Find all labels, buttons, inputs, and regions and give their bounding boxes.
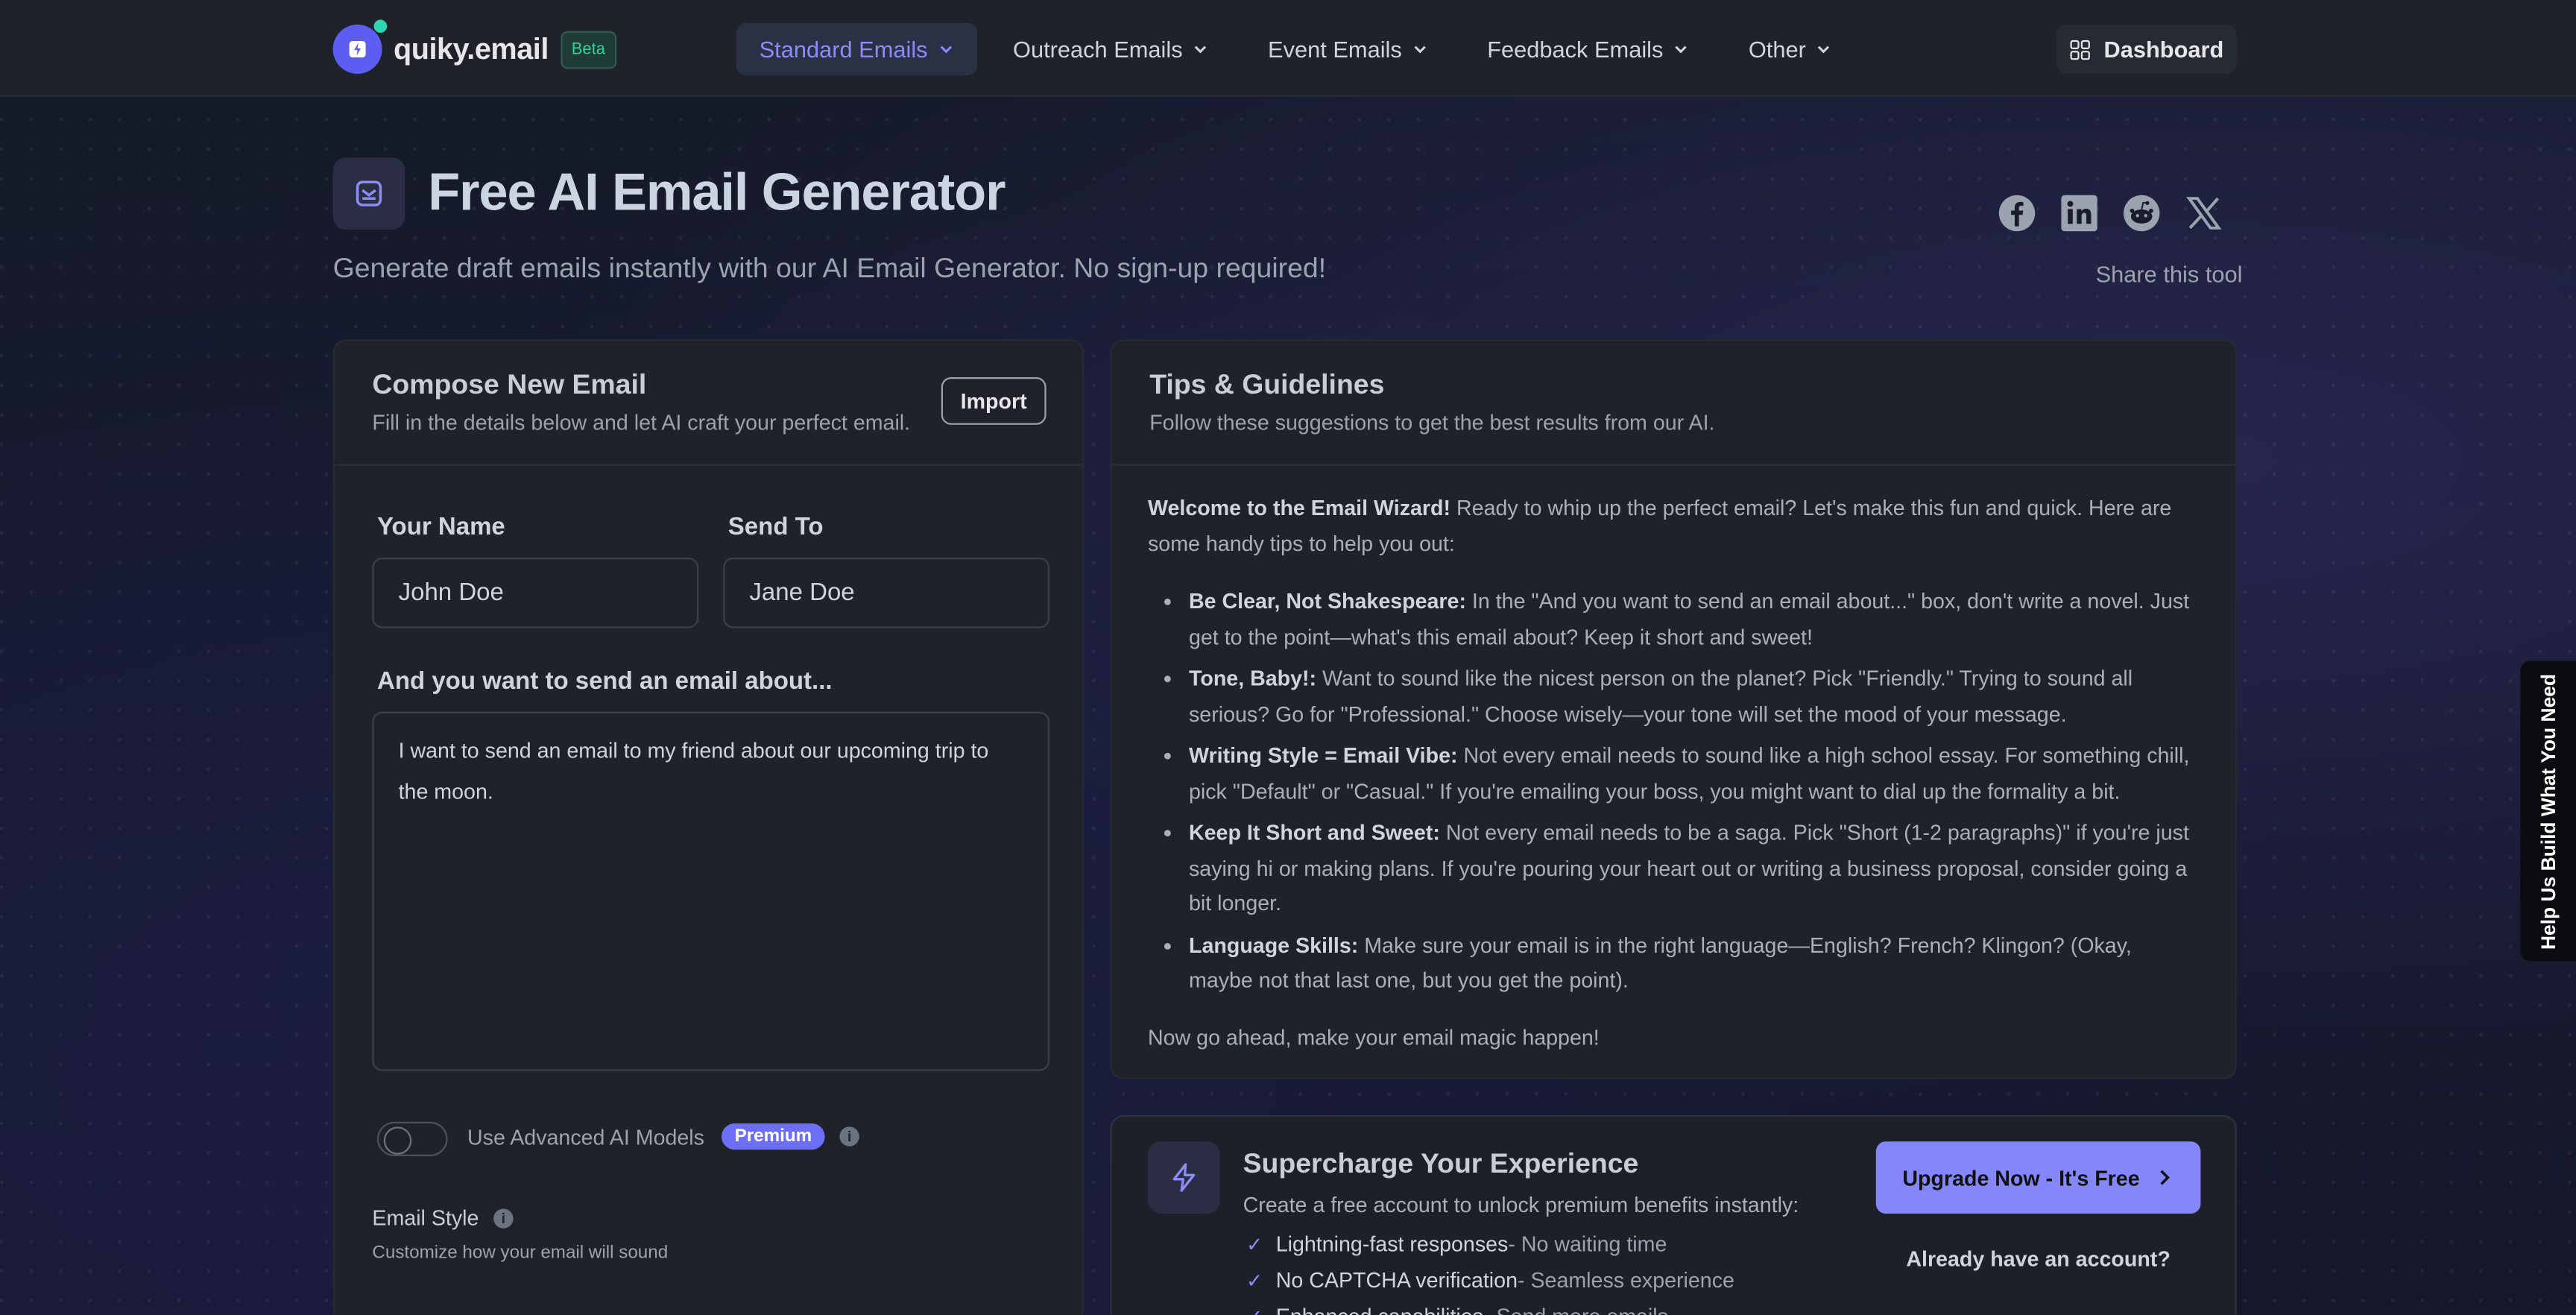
tips-subtitle: Follow these suggestions to get the best… [1149, 410, 1715, 435]
check-icon: ✓ [1246, 1305, 1263, 1315]
upgrade-button[interactable]: Upgrade Now - It's Free [1875, 1141, 2201, 1214]
brand-name: quiky.email [394, 31, 549, 65]
tips-list: Be Clear, Not Shakespeare: In the "And y… [1189, 584, 2199, 998]
tips-intro-bold: Welcome to the Email Wizard! [1148, 495, 1451, 520]
menu-feedback-emails[interactable]: Feedback Emails [1464, 23, 1712, 75]
menu-label: Standard Emails [759, 36, 928, 63]
import-button[interactable]: Import [941, 377, 1046, 425]
list-item: Writing Style = Email Vibe: Not every em… [1189, 738, 2199, 809]
tip-bold: Tone, Baby!: [1189, 666, 1317, 691]
dashboard-button[interactable]: Dashboard [2056, 25, 2237, 74]
chevron-down-icon [940, 45, 952, 54]
compose-card: Compose New Email Fill in the details be… [332, 339, 1085, 1315]
menu-event-emails[interactable]: Event Emails [1245, 23, 1451, 75]
chevron-down-icon [1195, 45, 1207, 54]
x-icon[interactable] [2182, 192, 2225, 234]
advanced-models-label: Use Advanced AI Models [467, 1125, 704, 1150]
info-icon[interactable]: i [493, 1208, 514, 1229]
premium-badge: Premium [722, 1123, 825, 1150]
info-icon[interactable]: i [839, 1126, 859, 1147]
menu-other[interactable]: Other [1726, 23, 1855, 75]
menu-label: Feedback Emails [1487, 36, 1664, 63]
your-name-input[interactable]: John Doe [372, 558, 699, 628]
benefit-bold: Enhanced capabilities [1276, 1304, 1483, 1315]
facebook-icon[interactable] [1995, 192, 2038, 234]
chevron-right-icon [2159, 1170, 2170, 1185]
page: quiky.email Beta Standard Emails Outreac… [0, 0, 2576, 1315]
benefit-bold: Lightning-fast responses [1275, 1232, 1509, 1257]
menu-outreach-emails[interactable]: Outreach Emails [990, 23, 1231, 75]
share-icons [1995, 192, 2244, 234]
already-have-account-link[interactable]: Already have an account? [1876, 1246, 2201, 1271]
list-item: Keep It Short and Sweet: Not every email… [1189, 815, 2199, 921]
chevron-down-icon [1675, 45, 1688, 54]
page-title: Free AI Email Generator [428, 162, 1006, 221]
tip-bold: Keep It Short and Sweet: [1189, 820, 1440, 845]
about-label: And you want to send an email about... [377, 667, 833, 696]
benefit-bold: No CAPTCHA verification [1275, 1267, 1518, 1293]
reddit-icon[interactable] [2121, 192, 2163, 234]
tip-bold: Be Clear, Not Shakespeare: [1189, 588, 1466, 614]
menu-label: Outreach Emails [1012, 36, 1183, 63]
check-icon: ✓ [1246, 1268, 1263, 1292]
mail-icon [332, 157, 405, 230]
menu-standard-emails[interactable]: Standard Emails [736, 22, 977, 76]
tips-body: Welcome to the Email Wizard! Ready to wh… [1112, 466, 2235, 1079]
supercharge-subtitle: Create a free account to unlock premium … [1243, 1192, 1799, 1217]
list-item: Be Clear, Not Shakespeare: In the "And y… [1189, 584, 2199, 655]
grid-icon [2070, 39, 2090, 60]
about-textarea[interactable]: I want to send an email to my friend abo… [372, 711, 1049, 1071]
tip-text: Want to sound like the nicest person on … [1189, 666, 2133, 726]
tips-title: Tips & Guidelines [1149, 369, 1385, 400]
tip-bold: Writing Style = Email Vibe: [1189, 742, 1458, 768]
benefit-text: - Send more emails [1483, 1304, 1668, 1315]
dashboard-label: Dashboard [2103, 36, 2224, 63]
brand-logo[interactable]: quiky.email Beta [332, 19, 617, 74]
feedback-side-tab[interactable]: Help Us Build What You Need [2520, 660, 2576, 962]
tip-bold: Language Skills: [1189, 932, 1359, 957]
check-icon: ✓ [1246, 1232, 1263, 1256]
chevron-down-icon [1818, 45, 1830, 54]
email-style-label: Email Style [372, 1205, 479, 1230]
share-label: Share this tool [2095, 260, 2243, 287]
beta-badge: Beta [560, 30, 617, 69]
tips-card: Tips & Guidelines Follow these suggestio… [1110, 339, 2237, 1079]
send-to-input[interactable]: Jane Doe [723, 558, 1049, 628]
benefit-text: - No waiting time [1508, 1232, 1667, 1257]
list-item: Tone, Baby!: Want to sound like the nice… [1189, 661, 2199, 732]
feedback-tab-label: Help Us Build What You Need [2536, 672, 2560, 949]
supercharge-title: Supercharge Your Experience [1243, 1148, 1639, 1179]
benefit-item: ✓ Enhanced capabilities - Send more email… [1246, 1304, 1668, 1315]
tips-outro: Now go ahead, make your email magic happ… [1148, 1024, 1600, 1049]
page-subtitle: Generate draft emails instantly with our… [332, 252, 1327, 284]
benefit-text: - Seamless experience [1517, 1267, 1734, 1293]
your-name-label: Your Name [377, 513, 505, 541]
logo-icon [332, 19, 388, 74]
benefit-item: ✓ No CAPTCHA verification - Seamless expe… [1246, 1268, 1734, 1293]
main-menu: Standard Emails Outreach Emails Event Em… [736, 22, 1869, 76]
menu-label: Event Emails [1268, 36, 1402, 63]
advanced-models-toggle[interactable] [377, 1121, 448, 1156]
top-nav: quiky.email Beta Standard Emails Outreac… [0, 0, 2576, 97]
supercharge-card: Supercharge Your Experience Create a fre… [1110, 1115, 2237, 1315]
upgrade-label: Upgrade Now - It's Free [1902, 1165, 2140, 1191]
tips-header: Tips & Guidelines Follow these suggestio… [1111, 341, 2235, 466]
email-style-subtitle: Customize how your email will sound [372, 1243, 669, 1263]
lightning-icon [1148, 1141, 1220, 1214]
chevron-down-icon [1414, 45, 1426, 54]
linkedin-icon[interactable] [2058, 192, 2100, 234]
menu-label: Other [1748, 36, 1806, 63]
send-to-label: Send To [727, 513, 824, 541]
compose-header: Compose New Email Fill in the details be… [334, 341, 1082, 466]
benefit-item: ✓ Lightning-fast responses - No waiting t… [1246, 1232, 1667, 1256]
list-item: Language Skills: Make sure your email is… [1189, 927, 2199, 998]
tips-intro: Welcome to the Email Wizard! Ready to wh… [1148, 491, 2199, 561]
